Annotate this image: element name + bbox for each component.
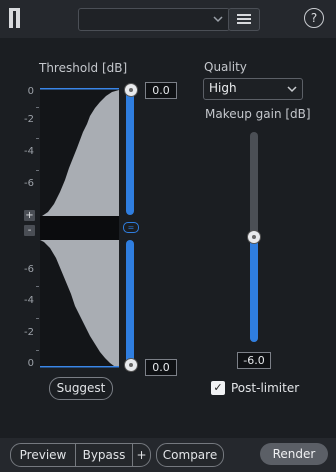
- compare-button[interactable]: Compare: [156, 443, 224, 467]
- suggest-button[interactable]: Suggest: [49, 377, 113, 400]
- preset-dropdown[interactable]: [78, 8, 230, 31]
- threshold-bottom-slider-handle[interactable]: [124, 358, 138, 372]
- scale-tick: 0: [27, 86, 34, 97]
- add-bypass-button[interactable]: +: [132, 443, 151, 467]
- threshold-top-value[interactable]: 0.0: [145, 82, 177, 99]
- minor-tick: [36, 138, 39, 139]
- makeup-gain-value[interactable]: -6.0: [237, 352, 271, 369]
- scale-tick: -6: [24, 264, 34, 275]
- scale-tick: 0: [27, 358, 34, 369]
- scale-tick: -2: [24, 327, 34, 338]
- zoom-out-button[interactable]: -: [24, 225, 35, 236]
- quality-dropdown[interactable]: High: [203, 78, 303, 100]
- preview-button[interactable]: Preview: [10, 443, 76, 467]
- quality-label: Quality: [204, 60, 247, 74]
- post-limiter-label: Post-limiter: [231, 381, 300, 395]
- makeup-gain-slider-handle[interactable]: [247, 230, 261, 244]
- scale-tick: -6: [24, 178, 34, 189]
- help-icon[interactable]: ?: [304, 8, 324, 28]
- chevron-down-icon: [287, 86, 297, 93]
- threshold-bottom-value[interactable]: 0.0: [145, 359, 177, 376]
- makeup-gain-label: Makeup gain [dB]: [205, 107, 311, 121]
- minor-tick: [36, 286, 39, 287]
- chevron-down-icon: [213, 16, 223, 23]
- hamburger-line: [237, 22, 251, 24]
- zoom-in-button[interactable]: +: [24, 210, 35, 221]
- post-limiter-checkbox[interactable]: ✓: [211, 381, 225, 395]
- scale-tick: -2: [24, 114, 34, 125]
- threshold-top-slider-track[interactable]: [126, 89, 134, 215]
- quality-value: High: [209, 81, 237, 95]
- scale-tick: -4: [24, 146, 34, 157]
- scale-tick: -4: [24, 295, 34, 306]
- bypass-button[interactable]: Bypass: [75, 443, 133, 467]
- threshold-top-slider-handle[interactable]: [124, 83, 138, 97]
- render-button[interactable]: Render: [260, 443, 328, 465]
- preset-menu-button[interactable]: [228, 8, 260, 31]
- link-sliders-icon[interactable]: =: [123, 222, 139, 233]
- minor-tick: [36, 107, 39, 108]
- level-histogram: [40, 88, 119, 368]
- makeup-gain-slider-fill: [250, 236, 258, 342]
- histogram-graphic: [40, 88, 119, 368]
- hamburger-line: [237, 18, 251, 20]
- minor-tick: [36, 318, 39, 319]
- minor-tick: [36, 350, 39, 351]
- threshold-label: Threshold [dB]: [39, 61, 128, 75]
- hamburger-menu-icon: [237, 14, 251, 16]
- threshold-bottom-slider-track[interactable]: [126, 240, 134, 364]
- plugin-logo-icon: [9, 8, 25, 28]
- minor-tick: [36, 170, 39, 171]
